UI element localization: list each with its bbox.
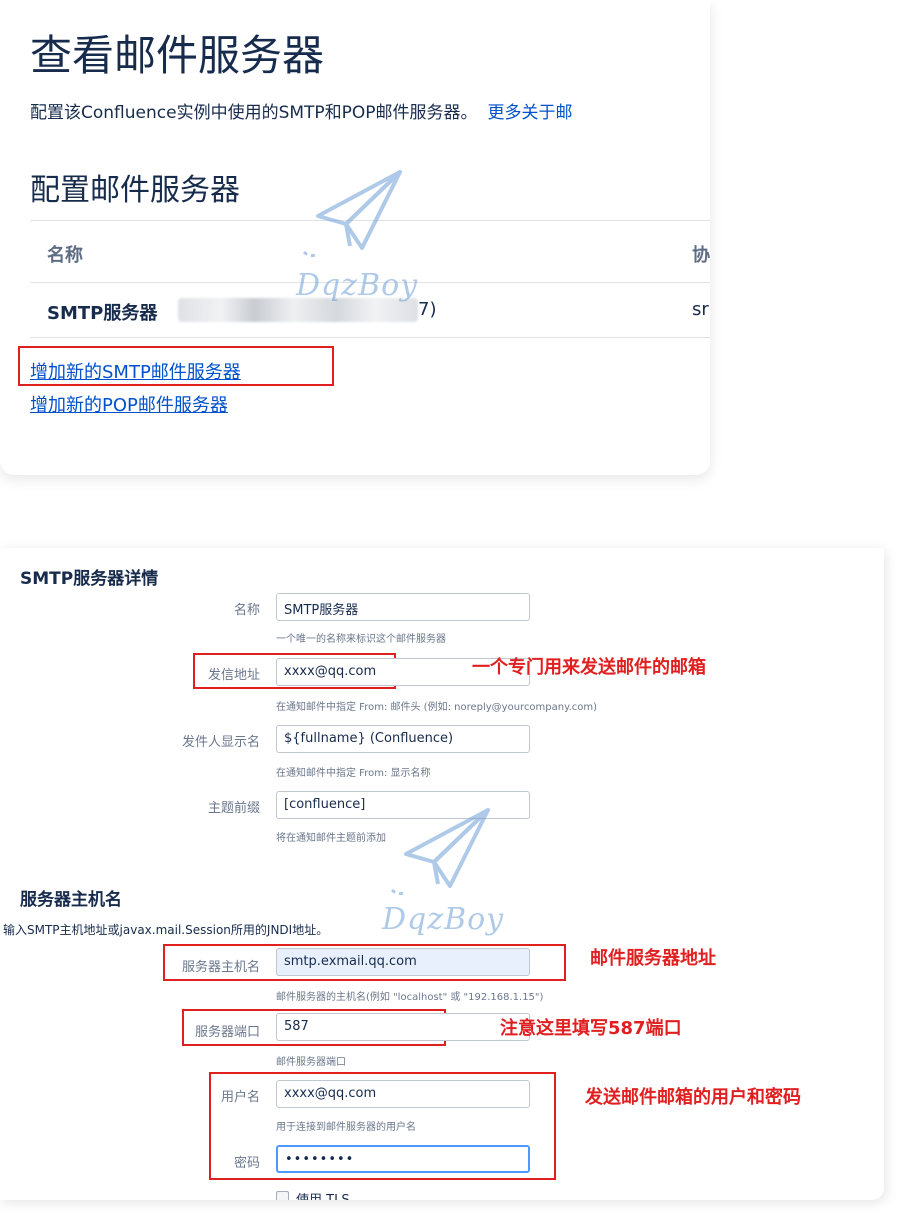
protocol-cell: sr	[692, 299, 709, 320]
host-input[interactable]: smtp.exmail.qq.com	[276, 948, 530, 976]
from-address-help: 在通知邮件中指定 From: 邮件头 (例如: noreply@yourcomp…	[276, 702, 598, 713]
from-address-annotation: 一个专门用来发送邮件的邮箱	[472, 657, 706, 678]
learn-more-link[interactable]: 更多关于邮	[488, 103, 573, 123]
smtp-server-details-card: SMTP服务器详情 名称 SMTP服务器 一个唯一的名称来标识这个邮件服务器 发…	[0, 548, 884, 1200]
name-input[interactable]: SMTP服务器	[276, 593, 530, 621]
use-tls-checkbox[interactable]	[276, 1191, 289, 1200]
server-address-tail: 7)	[418, 299, 437, 320]
port-label: 服务器端口	[194, 1025, 260, 1040]
add-pop-server-link[interactable]: 增加新的POP邮件服务器	[30, 391, 228, 417]
watermark-text: DqzBoy	[382, 902, 505, 937]
paper-plane-icon	[302, 170, 402, 258]
host-help: 邮件服务器的主机名(例如 "localhost" 或 "192.168.1.15…	[276, 992, 544, 1003]
subject-prefix-label: 主题前缀	[207, 801, 260, 816]
from-name-input[interactable]: ${fullname} (Confluence)	[276, 725, 530, 753]
table-divider	[30, 337, 710, 338]
column-header-protocol: 协	[692, 245, 710, 266]
page-title: 查看邮件服务器	[30, 31, 325, 80]
from-address-label: 发信地址	[207, 668, 260, 683]
use-tls-label: 使用 TLS	[296, 1189, 350, 1200]
port-input[interactable]: 587	[276, 1013, 530, 1041]
description-text: 配置该Confluence实例中使用的SMTP和POP邮件服务器。	[30, 103, 478, 123]
from-name-label: 发件人显示名	[181, 735, 260, 750]
page-description: 配置该Confluence实例中使用的SMTP和POP邮件服务器。 更多关于邮	[30, 98, 573, 123]
hostname-section-description: 输入SMTP主机地址或javax.mail.Session所用的JNDI地址。	[3, 923, 329, 937]
credentials-annotation: 发送邮件邮箱的用户和密码	[585, 1087, 801, 1108]
port-annotation: 注意这里填写587端口	[500, 1018, 682, 1039]
subject-prefix-help: 将在通知邮件主题前添加	[276, 833, 386, 844]
column-header-name: 名称	[47, 245, 83, 266]
name-label: 名称	[233, 603, 260, 618]
view-mail-servers-card: 查看邮件服务器 配置该Confluence实例中使用的SMTP和POP邮件服务器…	[0, 0, 710, 475]
host-annotation: 邮件服务器地址	[590, 948, 716, 969]
hostname-section-title: 服务器主机名	[20, 890, 122, 910]
paper-plane-icon	[390, 808, 490, 896]
password-label: 密码	[233, 1156, 260, 1171]
username-label: 用户名	[220, 1090, 260, 1105]
username-input[interactable]: xxxx@qq.com	[276, 1080, 530, 1108]
section-title: 配置邮件服务器	[30, 173, 240, 208]
name-help: 一个唯一的名称来标识这个邮件服务器	[276, 634, 446, 645]
from-name-help: 在通知邮件中指定 From: 显示名称	[276, 768, 431, 779]
server-name-cell: SMTP服务器	[47, 303, 158, 324]
smtp-details-title: SMTP服务器详情	[20, 569, 159, 589]
password-input[interactable]: ••••••••	[276, 1145, 530, 1173]
username-help: 用于连接到邮件服务器的用户名	[276, 1122, 416, 1133]
add-smtp-server-link[interactable]: 增加新的SMTP邮件服务器	[30, 358, 241, 384]
watermark-text: DqzBoy	[296, 268, 419, 303]
host-label: 服务器主机名	[181, 960, 260, 975]
port-help: 邮件服务器端口	[276, 1057, 346, 1068]
